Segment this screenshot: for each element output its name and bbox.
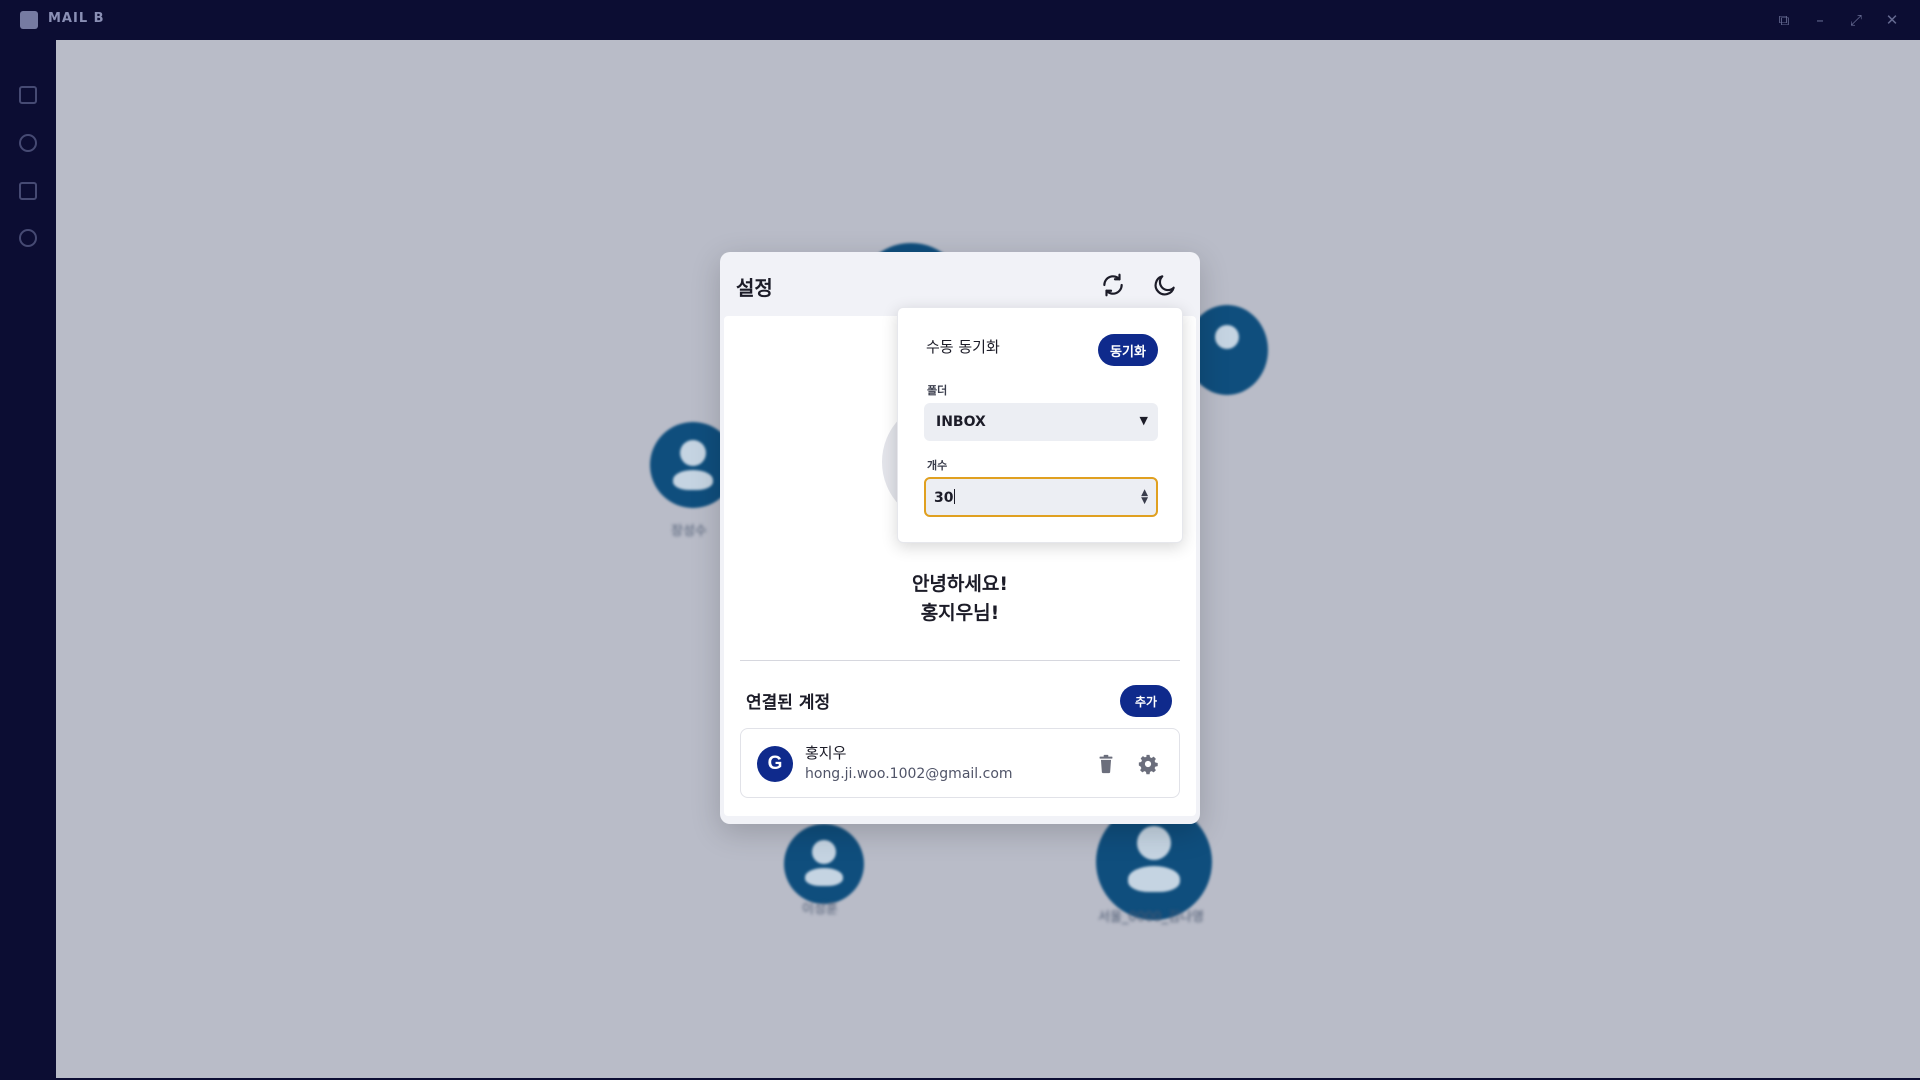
account-card: G 홍지우 hong.ji.woo.1002@gmail.com: [740, 728, 1180, 798]
paperclip-icon[interactable]: [19, 134, 37, 152]
divider: [740, 660, 1180, 661]
contact-node: [784, 824, 864, 904]
greeting-user: 홍지우님!: [920, 602, 1000, 624]
settings-icon[interactable]: [19, 229, 37, 247]
contact-label: 장성수: [671, 524, 707, 539]
calendar-icon[interactable]: [19, 182, 37, 200]
app-title: MAIL B: [48, 11, 105, 26]
sync-button[interactable]: 동기화: [1098, 334, 1158, 366]
contact-label: 이성훈: [802, 902, 838, 917]
contact-label: 서울_0000_김나영: [1098, 910, 1204, 925]
moon-icon[interactable]: [1152, 272, 1178, 298]
stepper-icon[interactable]: ▲ ▼: [1141, 489, 1148, 506]
restore-icon[interactable]: ⧉: [1774, 10, 1794, 30]
sidebar: [0, 40, 56, 1080]
greeting-line: 안녕하세요!: [911, 573, 1009, 595]
minimize-icon[interactable]: –: [1810, 10, 1830, 30]
app-logo-icon: [20, 11, 38, 29]
account-email: hong.ji.woo.1002@gmail.com: [805, 766, 1013, 782]
linked-accounts-title: 연결된 계정: [746, 693, 831, 713]
google-icon: G: [757, 746, 793, 782]
manual-sync-title: 수동 동기화: [926, 338, 1000, 356]
sync-icon[interactable]: [1100, 272, 1126, 298]
count-value: 30: [934, 489, 956, 506]
folder-select[interactable]: INBOX ▼: [924, 403, 1158, 441]
trash-icon[interactable]: [1095, 753, 1117, 775]
folder-value: INBOX: [936, 414, 986, 430]
close-icon[interactable]: ✕: [1882, 10, 1902, 30]
title-bar: MAIL B ⧉ – ⤢ ✕: [0, 0, 1920, 40]
manual-sync-popover: 수동 동기화 동기화 폴더 INBOX ▼ 개수 30 ▲ ▼: [897, 307, 1183, 543]
add-account-button[interactable]: 추가: [1120, 685, 1172, 717]
dialog-title: 설정: [736, 276, 773, 300]
folder-label: 폴더: [927, 384, 948, 397]
text-caret: [954, 489, 956, 504]
chevron-down-icon: ▼: [1139, 414, 1148, 427]
greeting: 안녕하세요! 홍지우님!: [724, 570, 1196, 628]
account-name: 홍지우: [805, 744, 847, 762]
maximize-icon[interactable]: ⤢: [1846, 10, 1866, 30]
grid-icon[interactable]: [19, 86, 37, 104]
gear-icon[interactable]: [1137, 753, 1159, 775]
count-input[interactable]: 30 ▲ ▼: [924, 477, 1158, 517]
count-label: 개수: [927, 459, 948, 472]
